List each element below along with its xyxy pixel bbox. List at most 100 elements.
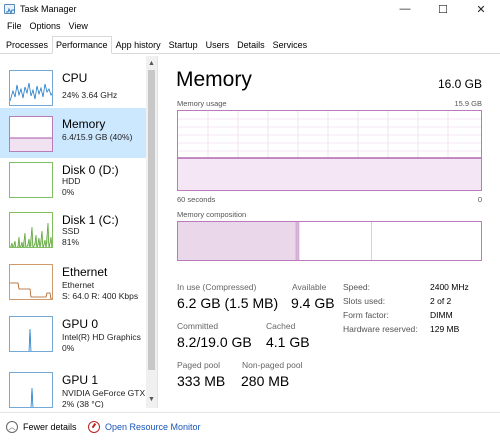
- form-factor-value: DIMM: [430, 310, 453, 320]
- tab-app-history[interactable]: App history: [112, 36, 165, 53]
- sidebar-item-memory[interactable]: Memory 6.4/15.9 GB (40%): [0, 108, 146, 158]
- tab-services[interactable]: Services: [269, 36, 312, 53]
- open-resource-monitor-link[interactable]: Open Resource Monitor: [88, 421, 201, 433]
- gpu-0-thumbnail-graph: [9, 316, 53, 352]
- sidebar-item-disk-0[interactable]: Disk 0 (D:) HDD 0%: [0, 154, 146, 204]
- sidebar-item-ethernet[interactable]: Ethernet Ethernet S: 64.0 R: 400 Kbps: [0, 256, 146, 306]
- composition-standby-segment: [299, 222, 372, 260]
- composition-in-use-segment: [178, 222, 297, 260]
- sidebar-item-detail: 24% 3.64 GHz: [62, 90, 118, 100]
- graph-x-right-label: 0: [477, 195, 482, 204]
- graph-x-left-label: 60 seconds: [177, 195, 216, 204]
- disk-0-thumbnail-graph: [9, 162, 53, 198]
- sidebar-item-title: GPU 1: [62, 373, 99, 387]
- scrollbar-thumb[interactable]: [148, 70, 155, 370]
- sidebar-item-detail: 81%: [62, 237, 80, 247]
- sidebar-item-detail: 0%: [62, 187, 75, 197]
- disk-1-thumbnail-graph: [9, 212, 53, 248]
- tab-details[interactable]: Details: [233, 36, 269, 53]
- sidebar-item-detail: Ethernet: [62, 280, 95, 290]
- committed-label: Committed: [177, 321, 219, 331]
- sidebar-item-title: CPU: [62, 71, 88, 85]
- sidebar-item-title: Ethernet: [62, 265, 108, 279]
- menu-view[interactable]: View: [65, 21, 92, 31]
- menu-options[interactable]: Options: [26, 21, 65, 31]
- tab-performance[interactable]: Performance: [52, 36, 112, 54]
- memory-usage-chart: [178, 111, 481, 190]
- sidebar-item-detail: SSD: [62, 226, 80, 236]
- sidebar-item-gpu-1[interactable]: GPU 1 NVIDIA GeForce GTX 2% (38 °C): [0, 364, 146, 408]
- sidebar-item-detail: NVIDIA GeForce GTX: [62, 388, 146, 398]
- open-resource-monitor-label: Open Resource Monitor: [105, 422, 201, 432]
- sidebar-item-detail: 2% (38 °C): [62, 399, 104, 408]
- sidebar-item-title: Disk 1 (C:): [62, 213, 119, 227]
- sidebar-item-title: GPU 0: [62, 317, 99, 331]
- memory-usage-graph: [177, 110, 482, 191]
- title-bar: Task Manager — ☐ ✕: [0, 0, 500, 18]
- slots-used-value: 2 of 2: [430, 296, 452, 306]
- menu-bar: File Options View: [0, 19, 92, 33]
- memory-usage-label: Memory usage: [177, 99, 227, 108]
- composition-free-segment: [371, 222, 481, 260]
- memory-usage-area: [178, 158, 481, 190]
- tab-strip: Processes Performance App history Startu…: [0, 36, 500, 54]
- in-use-label: In use (Compressed): [177, 282, 257, 292]
- window-title: Task Manager: [20, 4, 77, 14]
- sidebar-item-detail: 6.4/15.9 GB (40%): [62, 132, 133, 142]
- resource-sidebar: CPU 24% 3.64 GHz Memory 6.4/15.9 GB (40%…: [0, 56, 158, 408]
- minimize-button[interactable]: —: [386, 0, 424, 18]
- composition-modified-segment: [296, 222, 300, 260]
- sidebar-item-title: Memory: [62, 117, 106, 131]
- memory-panel: Memory 16.0 GB Memory usage 15.9 GB 60 s…: [160, 56, 500, 408]
- in-use-value: 6.2 GB (1.5 MB): [177, 295, 279, 311]
- sidebar-item-detail: HDD: [62, 176, 81, 186]
- tab-users[interactable]: Users: [202, 36, 234, 53]
- menu-file[interactable]: File: [3, 21, 26, 31]
- speed-key: Speed:: [343, 282, 370, 292]
- sidebar-item-cpu[interactable]: CPU 24% 3.64 GHz: [0, 62, 146, 112]
- memory-usage-max: 15.9 GB: [454, 99, 482, 108]
- hardware-reserved-key: Hardware reserved:: [343, 324, 418, 334]
- maximize-button[interactable]: ☐: [424, 0, 462, 18]
- memory-composition-label: Memory composition: [177, 210, 247, 219]
- resource-monitor-icon: [88, 421, 100, 433]
- memory-composition-chart: [178, 222, 481, 260]
- sidebar-item-disk-1[interactable]: Disk 1 (C:) SSD 81%: [0, 204, 146, 254]
- available-label: Available: [292, 282, 327, 292]
- memory-thumbnail-graph: [9, 116, 53, 152]
- paged-pool-value: 333 MB: [177, 373, 226, 389]
- fewer-details-label: Fewer details: [23, 422, 77, 432]
- non-paged-pool-label: Non-paged pool: [242, 360, 303, 370]
- committed-value: 8.2/19.0 GB: [177, 334, 252, 350]
- fewer-details-button[interactable]: ︿ Fewer details: [6, 421, 77, 433]
- sidebar-item-detail: 0%: [62, 343, 75, 353]
- tab-startup[interactable]: Startup: [165, 36, 202, 53]
- ethernet-thumbnail-graph: [9, 264, 53, 300]
- cached-value: 4.1 GB: [266, 334, 310, 350]
- available-value: 9.4 GB: [291, 295, 335, 311]
- footer-bar: ︿ Fewer details Open Resource Monitor: [0, 412, 500, 441]
- tab-processes[interactable]: Processes: [2, 36, 52, 53]
- paged-pool-label: Paged pool: [177, 360, 221, 370]
- scroll-down-arrow-icon[interactable]: ▼: [146, 394, 157, 405]
- memory-composition-bar: [177, 221, 482, 261]
- sidebar-item-title: Disk 0 (D:): [62, 163, 119, 177]
- cpu-thumbnail-graph: [9, 70, 53, 106]
- sidebar-item-detail: Intel(R) HD Graphics: [62, 332, 141, 342]
- sidebar-item-detail: S: 64.0 R: 400 Kbps: [62, 291, 139, 301]
- sidebar-item-gpu-0[interactable]: GPU 0 Intel(R) HD Graphics 0%: [0, 308, 146, 358]
- memory-total: 16.0 GB: [437, 77, 482, 91]
- sidebar-scrollbar[interactable]: ▲ ▼: [146, 56, 157, 408]
- page-title: Memory: [176, 68, 252, 91]
- cached-label: Cached: [266, 321, 296, 331]
- non-paged-pool-value: 280 MB: [241, 373, 290, 389]
- task-manager-icon: [4, 4, 15, 15]
- close-button[interactable]: ✕: [462, 0, 500, 18]
- form-factor-key: Form factor:: [343, 310, 389, 320]
- speed-value: 2400 MHz: [430, 282, 469, 292]
- slots-used-key: Slots used:: [343, 296, 386, 306]
- hardware-reserved-value: 129 MB: [430, 324, 460, 334]
- gpu-1-thumbnail-graph: [9, 372, 53, 408]
- scroll-up-arrow-icon[interactable]: ▲: [146, 58, 157, 69]
- chevron-up-icon: ︿: [6, 421, 18, 433]
